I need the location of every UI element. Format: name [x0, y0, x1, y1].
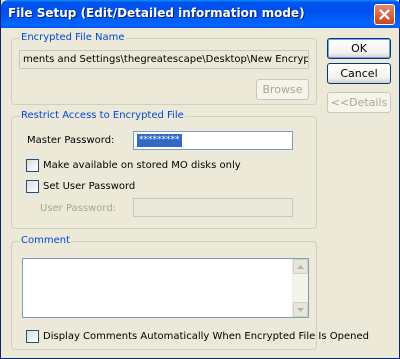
ok-button-label: OK	[351, 42, 367, 55]
details-button[interactable]: <<Details	[327, 92, 391, 113]
browse-button-label: Browse	[262, 83, 303, 96]
window-title: File Setup (Edit/Detailed information mo…	[8, 6, 305, 20]
user-password-label: User Password:	[40, 203, 117, 214]
comment-scrollbar[interactable]	[292, 259, 308, 317]
ok-button[interactable]: OK	[327, 38, 391, 59]
encrypted-file-path: ments and Settings\thegreatescape\Deskto…	[23, 54, 309, 65]
mo-disk-label: Make available on stored MO disks only	[43, 160, 241, 171]
master-password-input[interactable]: *********	[133, 131, 293, 150]
master-password-label: Master Password:	[27, 135, 115, 146]
restrict-access-group: Restrict Access to Encrypted File Master…	[11, 110, 317, 229]
details-button-label: <<Details	[330, 96, 388, 109]
scroll-up-button[interactable]	[293, 259, 308, 274]
close-button[interactable]	[374, 4, 395, 25]
browse-button[interactable]: Browse	[256, 79, 309, 100]
encrypted-file-legend: Encrypted File Name	[20, 32, 126, 44]
cancel-button-label: Cancel	[340, 67, 378, 80]
close-icon	[379, 9, 390, 20]
file-setup-dialog: File Setup (Edit/Detailed information mo…	[0, 0, 400, 359]
set-user-password-checkbox[interactable]	[26, 180, 39, 193]
user-password-input[interactable]	[133, 198, 293, 217]
scroll-down-button[interactable]	[293, 302, 308, 317]
encrypted-file-group: Encrypted File Name ments and Settings\t…	[11, 32, 317, 105]
set-user-password-label: Set User Password	[43, 181, 136, 192]
arrow-up-icon	[297, 264, 304, 269]
arrow-down-icon	[297, 307, 304, 312]
comment-group: Comment Display Comments Automatically W…	[11, 235, 369, 350]
cancel-button[interactable]: Cancel	[327, 63, 391, 84]
restrict-access-legend: Restrict Access to Encrypted File	[20, 110, 185, 122]
master-password-value: *********	[137, 134, 182, 147]
comment-textarea[interactable]	[22, 258, 309, 318]
display-comments-checkbox[interactable]	[26, 330, 39, 343]
encrypted-file-path-field: ments and Settings\thegreatescape\Deskto…	[19, 50, 309, 69]
display-comments-label: Display Comments Automatically When Encr…	[43, 331, 369, 342]
comment-legend: Comment	[20, 235, 71, 247]
mo-disk-checkbox[interactable]	[26, 159, 39, 172]
title-bar[interactable]: File Setup (Edit/Detailed information mo…	[1, 0, 400, 28]
